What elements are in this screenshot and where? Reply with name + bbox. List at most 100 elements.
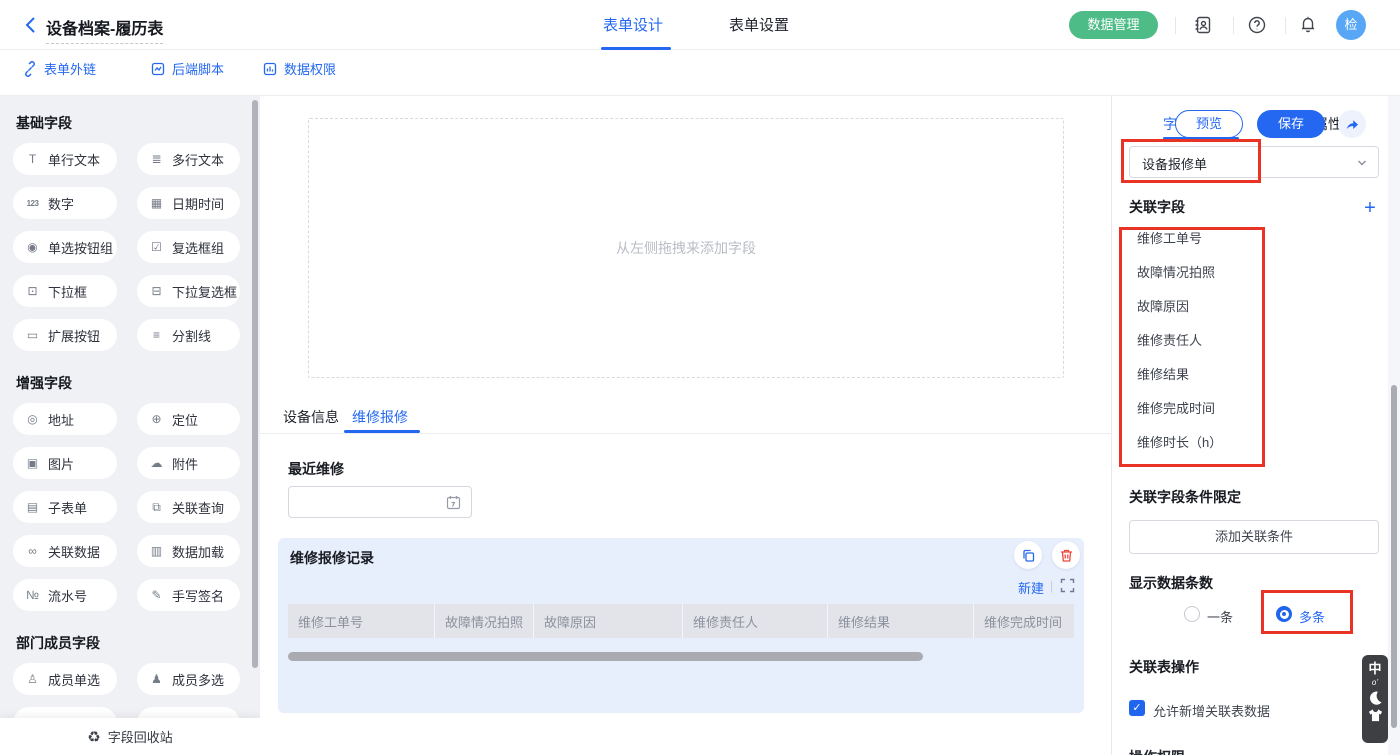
sidebar-scrollbar[interactable] — [252, 100, 258, 668]
tool-link-label: 后端脚本 — [172, 59, 224, 78]
dropzone[interactable]: 从左侧拖拽来添加字段 — [308, 118, 1064, 378]
page-title[interactable]: 设备档案-履历表 — [46, 15, 163, 44]
field-pill[interactable]: ⊕ 定位 — [137, 403, 240, 435]
add-field-icon[interactable]: + — [1361, 200, 1379, 218]
subform-card[interactable]: 维修报修记录 新建 | 维修工单号故障情况拍照故障原因维修责任人维修结果维 — [278, 538, 1084, 713]
form-toolbar: 表单外链 后端脚本 数据权限 预览 保存 — [0, 50, 1400, 96]
field-pill[interactable]: ◉ 单选按钮组 — [13, 231, 117, 263]
share-button[interactable] — [1338, 110, 1366, 138]
linked-field-item: 故障情况拍照 — [1137, 262, 1337, 279]
field-pill-label: 图片 — [48, 454, 74, 473]
field-pill[interactable]: ☁ 附件 — [137, 447, 240, 479]
active-tab-underline — [601, 47, 671, 50]
expand-icon[interactable] — [1060, 578, 1075, 593]
field-pill[interactable]: ◎ 地址 — [13, 403, 117, 435]
field-pill[interactable]: ∞ 关联数据 — [13, 535, 117, 567]
lang-accent-icon[interactable]: o’ — [1372, 679, 1378, 687]
subform-divider: | — [1050, 579, 1053, 593]
field-pill[interactable]: ♙ 成员单选 — [13, 663, 117, 695]
field-pill-label: 分割线 — [172, 326, 211, 345]
field-pill[interactable]: ▭ 扩展按钮 — [13, 319, 117, 351]
field-pill[interactable]: ▣ 图片 — [13, 447, 117, 479]
field-pill[interactable]: ▥ 数据加载 — [137, 535, 240, 567]
date-input[interactable] — [299, 488, 439, 516]
linked-data-icon: ∞ — [24, 544, 41, 558]
field-pill[interactable]: ≣ 多行文本 — [137, 143, 240, 175]
radio-single-label[interactable]: 一条 — [1207, 607, 1233, 626]
field-pill-label: 下拉复选框 — [172, 282, 237, 301]
notification-bell-icon[interactable] — [1298, 14, 1318, 34]
radio-multiple-label[interactable]: 多条 — [1299, 607, 1325, 626]
display-count-radio-group: 一条 多条 — [1112, 605, 1400, 625]
radio-group-icon: ◉ — [24, 240, 41, 254]
dark-mode-moon-icon[interactable] — [1368, 690, 1383, 705]
radio-multiple-selected[interactable] — [1276, 606, 1292, 622]
allow-add-label[interactable]: 允许新增关联表数据 — [1153, 701, 1270, 720]
field-recycle-bin[interactable]: ♻ 字段回收站 — [0, 718, 260, 755]
field-pill[interactable]: ▦ 日期时间 — [137, 187, 240, 219]
field-pill[interactable]: ⧉ 关联查询 — [137, 491, 240, 523]
window-scrollbar-thumb[interactable] — [1391, 385, 1397, 728]
linked-field-item: 维修责任人 — [1137, 330, 1337, 347]
member-single-icon: ♙ — [24, 672, 41, 686]
signature-icon: ✎ — [148, 588, 165, 602]
backend-script-link[interactable]: 后端脚本 — [150, 59, 224, 78]
serial-number-icon: № — [24, 588, 41, 602]
extend-button-icon: ▭ — [24, 328, 41, 342]
field-pill[interactable]: ▤ 子表单 — [13, 491, 117, 523]
field-pill[interactable]: ♟ 成员多选 — [137, 663, 240, 695]
address-icon: ◎ — [24, 412, 41, 426]
save-button[interactable]: 保存 — [1257, 110, 1325, 138]
copy-button[interactable] — [1014, 541, 1042, 569]
preview-button[interactable]: 预览 — [1175, 110, 1243, 138]
field-pill-label: 成员多选 — [172, 670, 224, 689]
radio-single[interactable] — [1184, 606, 1200, 622]
field-pill[interactable]: № 流水号 — [13, 579, 117, 611]
field-pill-label: 关联数据 — [48, 542, 100, 561]
help-icon[interactable] — [1247, 15, 1267, 35]
table-ops-title: 关联表操作 — [1129, 657, 1199, 677]
field-pill[interactable]: ✎ 手写签名 — [137, 579, 240, 611]
field-pill-label: 流水号 — [48, 586, 87, 605]
language-icon[interactable]: 中 — [1368, 661, 1381, 676]
linked-form-select[interactable]: 设备报修单 — [1129, 146, 1379, 178]
table-column-header: 维修完成时间 — [974, 604, 1074, 638]
tab-form-settings[interactable]: 表单设置 — [729, 14, 789, 35]
field-pill[interactable]: T 单行文本 — [13, 143, 117, 175]
data-permission-link[interactable]: 数据权限 — [262, 59, 336, 78]
field-pill[interactable]: ≡ 分割线 — [137, 319, 240, 351]
dropdown-icon: ⊡ — [24, 284, 41, 298]
back-icon[interactable] — [20, 14, 42, 36]
contact-book-icon[interactable] — [1193, 15, 1213, 35]
allow-add-checkbox[interactable]: ✓ — [1129, 700, 1145, 716]
tab-form-design[interactable]: 表单设计 — [603, 14, 663, 35]
avatar[interactable]: 检 — [1336, 10, 1366, 40]
field-pill-label: 扩展按钮 — [48, 326, 100, 345]
linked-fields-title: 关联字段 — [1129, 197, 1185, 217]
field-pill[interactable]: ⊡ 下拉框 — [13, 275, 117, 307]
horizontal-scrollbar[interactable] — [288, 652, 923, 661]
dropdown-multi-icon: ⊟ — [148, 284, 165, 298]
canvas-tab-device-info[interactable]: 设备信息 — [283, 407, 339, 427]
new-record-link[interactable]: 新建 — [1018, 578, 1044, 597]
table-column-header: 维修工单号 — [288, 604, 435, 638]
canvas-tab-repair[interactable]: 维修报修 — [352, 407, 408, 427]
field-pill[interactable]: ☑ 复选框组 — [137, 231, 240, 263]
recent-repair-date-field — [288, 486, 472, 518]
basic-fields-grid: T 单行文本 ≣ 多行文本 123 数字 ▦ 日期时间 ◉ 单选按钮组 ☑ 复选… — [13, 143, 240, 351]
field-pill[interactable]: ⊟ 下拉复选框 — [137, 275, 240, 307]
linked-field-item: 故障原因 — [1137, 296, 1337, 313]
field-pill[interactable]: 123 数字 — [13, 187, 117, 219]
calendar-icon — [446, 495, 461, 510]
theme-shirt-icon[interactable] — [1368, 708, 1383, 723]
divider-icon: ≡ — [148, 328, 165, 342]
form-external-link[interactable]: 表单外链 — [22, 59, 96, 78]
add-condition-button[interactable]: 添加关联条件 — [1129, 520, 1379, 554]
data-manage-button[interactable]: 数据管理 — [1069, 11, 1158, 39]
delete-button[interactable] — [1052, 541, 1080, 569]
form-canvas: 从左侧拖拽来添加字段 设备信息 维修报修 最近维修 维修报修记录 — [260, 96, 1111, 755]
checkbox-group-icon: ☑ — [148, 240, 165, 254]
member-fields-grid: ♙ 成员单选 ♟ 成员多选 — [13, 663, 240, 695]
tool-link-label: 表单外链 — [44, 59, 96, 78]
field-pill-label: 单选按钮组 — [48, 238, 113, 257]
